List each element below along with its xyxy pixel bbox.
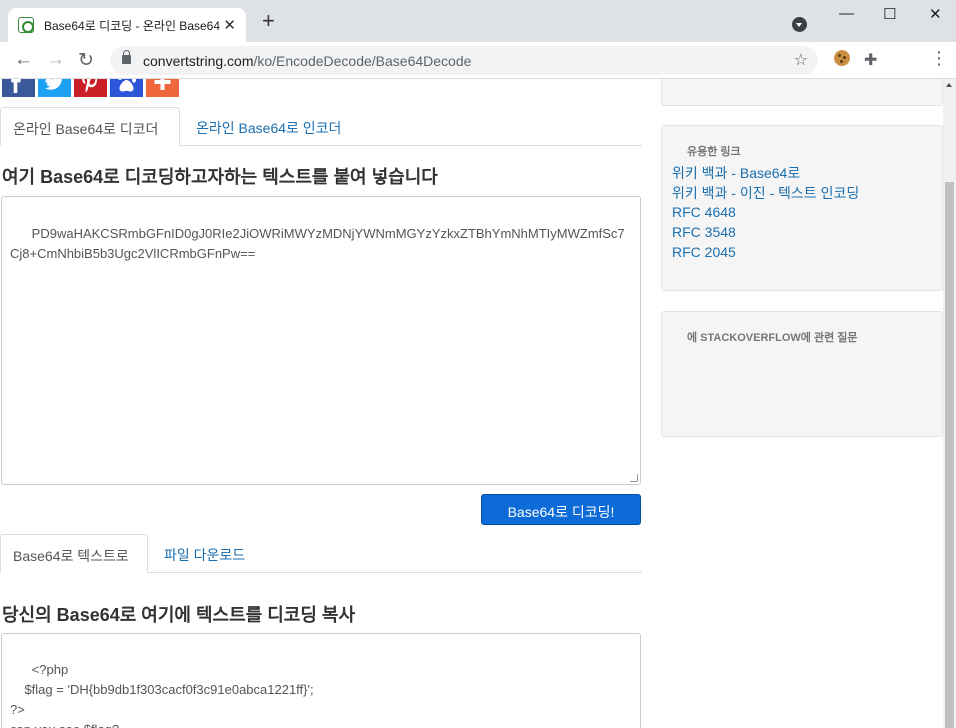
browser-tab-strip: Base64로 디코딩 - 온라인 Base64 ✕ + — ☐ ✕ xyxy=(0,0,956,42)
back-arrow-icon[interactable]: ← xyxy=(14,49,33,71)
link-rfc-3548[interactable]: RFC 3548 xyxy=(672,224,736,240)
link-rfc-4648[interactable]: RFC 4648 xyxy=(672,204,736,220)
close-tab-icon[interactable]: ✕ xyxy=(223,16,236,34)
scrollbar-thumb[interactable] xyxy=(945,182,954,728)
twitter-glyph-icon xyxy=(45,79,62,90)
facebook-glyph-icon xyxy=(11,79,21,93)
close-window-button[interactable]: ✕ xyxy=(929,5,942,23)
profile-menu-icon[interactable] xyxy=(792,17,807,32)
decoded-output-textarea[interactable]: <?php $flag = 'DH{bb9db1f303cacf0f3c91e0… xyxy=(1,633,641,728)
base64-input-textarea[interactable]: PD9waHAKCSRmbGFnID0gJ0RIe2JiOWRiMWYzMDNj… xyxy=(1,196,641,485)
sidebar-panel-top xyxy=(661,79,943,106)
browser-tab[interactable]: Base64로 디코딩 - 온라인 Base64 ✕ xyxy=(8,8,246,42)
url-host: convertstring.com xyxy=(143,53,254,69)
decoded-output-value: <?php $flag = 'DH{bb9db1f303cacf0f3c91e0… xyxy=(10,662,314,728)
output-tabs: Base64로 텍스트로 파일 다운로드 xyxy=(0,534,642,573)
decode-button[interactable]: Base64로 디코딩! xyxy=(481,494,641,525)
base64-input-value: PD9waHAKCSRmbGFnID0gJ0RIe2JiOWRiMWYzMDNj… xyxy=(10,226,625,261)
lock-icon xyxy=(122,50,131,64)
share-glyph-icon xyxy=(154,79,171,90)
forward-arrow-icon[interactable]: → xyxy=(46,49,65,71)
pinterest-share-icon[interactable] xyxy=(74,79,107,97)
stackoverflow-panel: 에 STACKOVERFLOW에 관련 질문 xyxy=(661,311,943,437)
maximize-button[interactable]: ☐ xyxy=(883,5,896,23)
paw-glyph-icon xyxy=(118,79,136,92)
url-path: /ko/EncodeDecode/Base64Decode xyxy=(253,53,472,69)
extensions-puzzle-icon[interactable]: ✚ xyxy=(864,50,877,70)
scroll-up-arrow-icon[interactable] xyxy=(946,83,952,87)
useful-links-panel: 유용한 링크 위키 백과 - Base64로 위키 백과 - 이진 - 텍스트 … xyxy=(661,125,943,291)
bookmark-star-icon[interactable]: ☆ xyxy=(794,50,808,70)
new-tab-button[interactable]: + xyxy=(262,10,275,32)
reload-icon[interactable]: ↻ xyxy=(78,49,94,72)
browser-tab-title: Base64로 디코딩 - 온라인 Base64 xyxy=(44,18,221,33)
link-rfc-2045[interactable]: RFC 2045 xyxy=(672,244,736,260)
twitter-share-icon[interactable] xyxy=(38,79,71,97)
address-bar[interactable]: convertstring.com/ko/EncodeDecode/Base64… xyxy=(110,46,818,75)
input-tabs: 온라인 Base64로 디코더 온라인 Base64로 인코더 xyxy=(0,107,642,146)
page-viewport: 온라인 Base64로 디코더 온라인 Base64로 인코더 여기 Base6… xyxy=(0,79,956,728)
input-heading: 여기 Base64로 디코딩하고자하는 텍스트를 붙여 넣습니다 xyxy=(2,167,438,187)
site-favicon-icon xyxy=(18,17,34,33)
resize-handle-icon[interactable] xyxy=(630,474,638,482)
stackoverflow-title: 에 STACKOVERFLOW에 관련 질문 xyxy=(687,332,858,344)
link-wikipedia-binary-to-text[interactable]: 위키 백과 - 이진 - 텍스트 인코딩 xyxy=(672,183,859,203)
browser-toolbar: ← → ↻ convertstring.com/ko/EncodeDecode/… xyxy=(0,42,956,79)
minimize-button[interactable]: — xyxy=(839,5,854,22)
tab-file-download[interactable]: 파일 다운로드 xyxy=(152,534,257,573)
useful-links-title: 유용한 링크 xyxy=(687,146,741,158)
paw-share-icon[interactable] xyxy=(110,79,143,97)
output-heading: 당신의 Base64로 여기에 텍스트를 디코딩 복사 xyxy=(2,605,356,625)
main-content: 온라인 Base64로 디코더 온라인 Base64로 인코더 여기 Base6… xyxy=(0,79,642,728)
page-scrollbar[interactable] xyxy=(943,79,956,728)
tab-base64-decoder[interactable]: 온라인 Base64로 디코더 xyxy=(0,107,180,146)
url-text[interactable]: convertstring.com/ko/EncodeDecode/Base64… xyxy=(143,53,471,69)
link-wikipedia-base64[interactable]: 위키 백과 - Base64로 xyxy=(672,163,800,183)
cookie-extension-icon[interactable] xyxy=(834,50,850,66)
browser-menu-icon[interactable]: ⋮ xyxy=(930,48,948,69)
facebook-share-icon[interactable] xyxy=(2,79,35,97)
more-share-icon[interactable] xyxy=(146,79,179,97)
tab-base64-to-text[interactable]: Base64로 텍스트로 xyxy=(0,534,148,573)
pinterest-glyph-icon xyxy=(82,79,98,93)
tab-base64-encoder[interactable]: 온라인 Base64로 인코더 xyxy=(184,107,353,146)
